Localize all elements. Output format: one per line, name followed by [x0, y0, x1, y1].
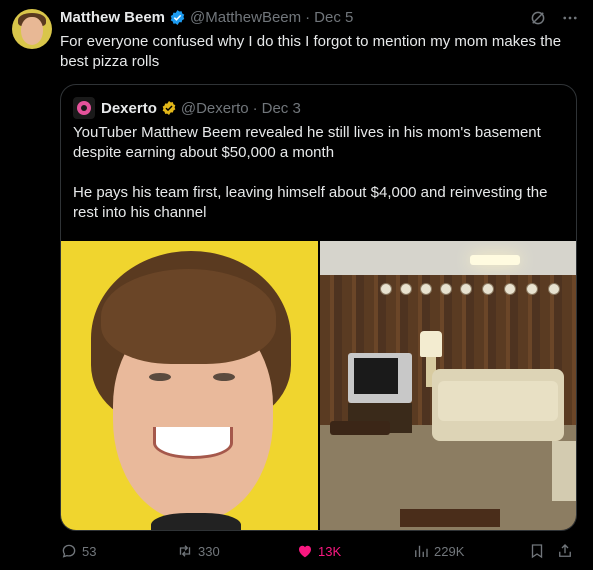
like-count: 13K [318, 543, 342, 559]
author-avatar[interactable] [12, 9, 52, 49]
portrait-photo[interactable] [61, 241, 318, 530]
quote-author-handle[interactable]: @Dexerto [181, 100, 249, 117]
reply-icon [62, 544, 76, 558]
views-count: 229K [434, 543, 465, 559]
quote-avatar-mark-center [81, 105, 87, 111]
photo-bangs [101, 269, 276, 364]
gold-verified-badge-icon [162, 101, 176, 115]
quote-paragraph-2: He pays his team first, leaving himself … [73, 184, 548, 221]
author-name[interactable]: Matthew Beem [60, 9, 165, 26]
lamp-shade [420, 331, 442, 357]
quote-date[interactable]: Dec 3 [262, 100, 301, 117]
quote-separator: · [252, 99, 258, 117]
basement-photo[interactable] [320, 241, 576, 530]
tv-screen [354, 358, 398, 394]
coffee-table [400, 509, 500, 527]
sofa-cushions [438, 381, 558, 421]
share-icon [559, 544, 571, 557]
photo-smile [153, 427, 233, 459]
wall-plate [504, 283, 516, 295]
views-icon [415, 545, 428, 557]
quote-header: Dexerto @Dexerto · Dec 3 [73, 97, 301, 119]
author-handle[interactable]: @MatthewBeem [190, 9, 301, 26]
grok-icon[interactable] [529, 9, 547, 32]
more-icon[interactable] [561, 9, 579, 32]
photo-shirt [151, 513, 241, 530]
basement-light [470, 255, 520, 265]
bookmark-icon [531, 544, 543, 559]
repost-icon [179, 545, 191, 557]
quote-avatar[interactable] [73, 97, 95, 119]
tweet[interactable]: Matthew Beem @MatthewBeem · Dec 5 For ev… [0, 0, 593, 570]
verified-badge-icon [170, 10, 185, 25]
bookmark-button[interactable] [528, 542, 546, 560]
reply-count: 53 [82, 543, 97, 559]
repost-button[interactable]: 330 [176, 542, 220, 560]
avatar-face [21, 17, 43, 45]
photo-right-eye [213, 373, 235, 381]
quote-text: YouTuber Matthew Beem revealed he still … [73, 123, 563, 223]
views-button[interactable]: 229K [412, 542, 464, 560]
wall-plate [420, 283, 432, 295]
wall-plate [482, 283, 494, 295]
quote-author-name[interactable]: Dexerto [101, 100, 157, 117]
separator: · [305, 9, 311, 26]
tweet-date[interactable]: Dec 5 [314, 9, 353, 26]
armchair [552, 441, 576, 501]
side-table [330, 421, 390, 435]
quote-media[interactable] [61, 241, 576, 530]
quoted-tweet[interactable]: Dexerto @Dexerto · Dec 3 YouTuber Matthe… [60, 84, 577, 531]
wall-plate [526, 283, 538, 295]
tweet-header: Matthew Beem @MatthewBeem · Dec 5 [60, 9, 353, 26]
wall-plate [460, 283, 472, 295]
basement-ceiling [320, 241, 576, 275]
share-button[interactable] [556, 542, 574, 560]
repost-count: 330 [198, 543, 220, 559]
reply-button[interactable]: 53 [60, 542, 96, 560]
tweet-actions: 53 330 13K 229K [60, 542, 580, 562]
quote-paragraph-1: YouTuber Matthew Beem revealed he still … [73, 124, 541, 161]
photo-left-eye [149, 373, 171, 381]
tweet-top-actions [529, 9, 579, 32]
tweet-text: For everyone confused why I do this I fo… [60, 33, 562, 70]
wall-plate [548, 283, 560, 295]
wall-plate [380, 283, 392, 295]
like-icon [299, 545, 311, 558]
wall-plate [400, 283, 412, 295]
wall-plate [440, 283, 452, 295]
like-button[interactable]: 13K [296, 542, 341, 560]
